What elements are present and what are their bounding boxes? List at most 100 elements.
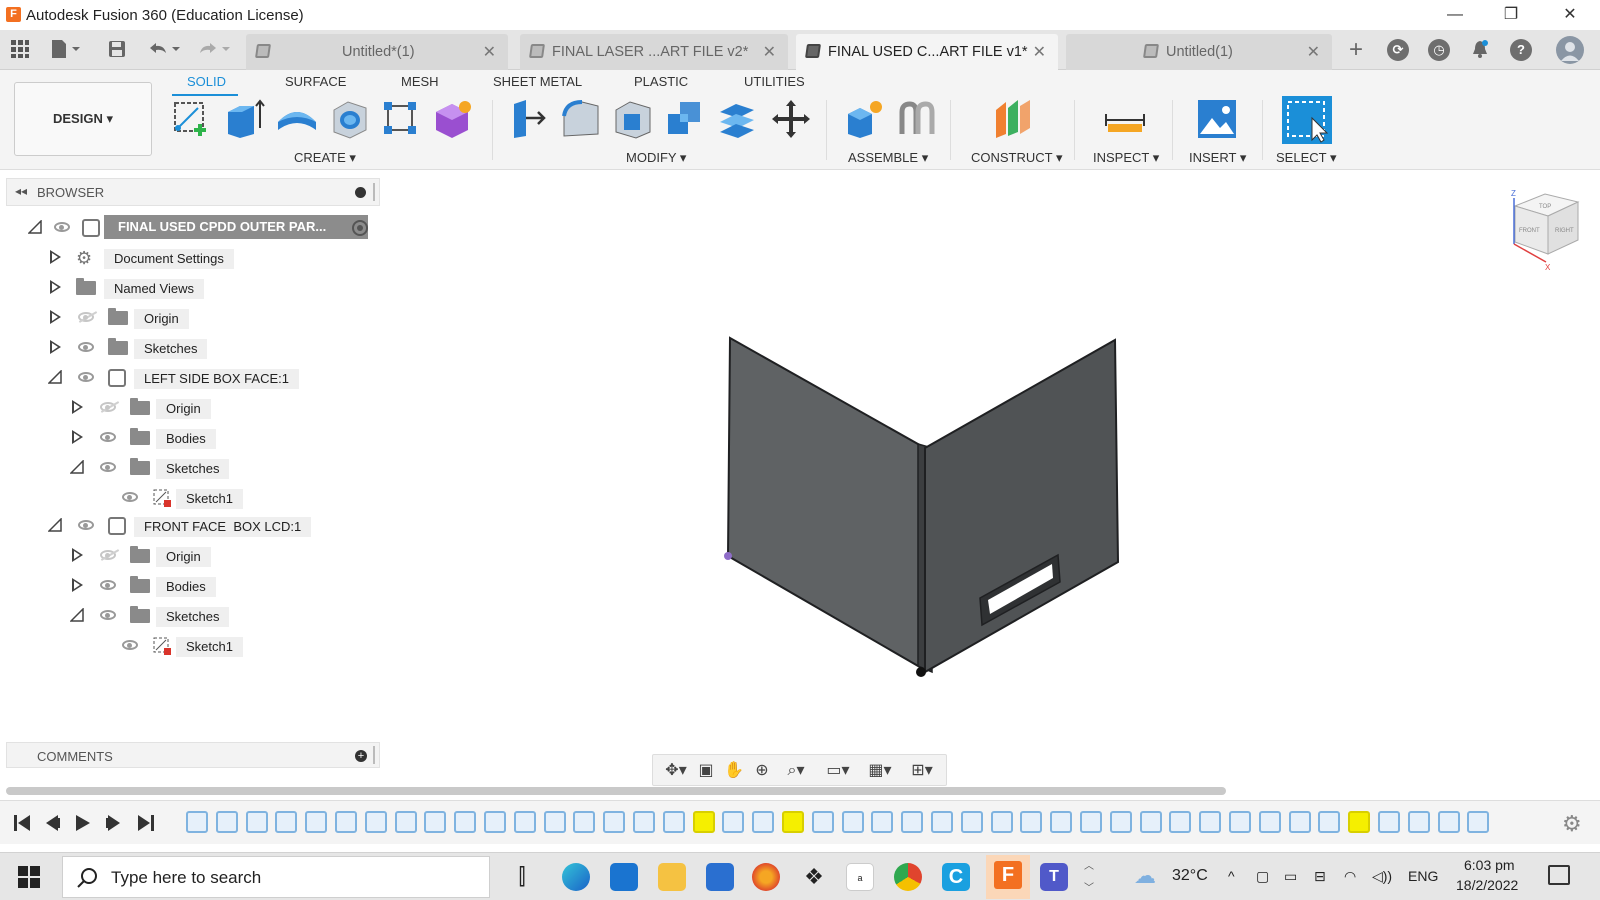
timeline-feature-item[interactable] bbox=[1437, 811, 1460, 833]
timeline-feature-item[interactable] bbox=[782, 811, 804, 833]
teams-icon[interactable]: T bbox=[1040, 863, 1068, 891]
meet-now-icon[interactable]: ▢ bbox=[1256, 868, 1269, 885]
tree-item-named-views[interactable]: Named Views bbox=[48, 274, 268, 300]
revolve-tool-icon[interactable] bbox=[276, 98, 316, 138]
timeline-feature-item[interactable] bbox=[1258, 811, 1281, 833]
create-sketch-tool-icon[interactable] bbox=[170, 98, 210, 138]
timeline-feature-item[interactable] bbox=[1139, 811, 1162, 833]
panel-resize-handle[interactable] bbox=[373, 746, 375, 764]
tree-item-sketches[interactable]: Sketches bbox=[70, 454, 270, 480]
volume-icon[interactable]: ◁)) bbox=[1372, 868, 1392, 885]
timeline-feature-item[interactable] bbox=[1378, 811, 1400, 833]
timeline-feature-item[interactable] bbox=[960, 811, 983, 833]
notifications-bell-icon[interactable] bbox=[1469, 39, 1491, 61]
timeline-feature-item[interactable] bbox=[1348, 811, 1371, 833]
fusion360-taskbar-active[interactable]: F bbox=[986, 855, 1030, 899]
tree-item-left-side-box-face[interactable]: LEFT SIDE BOX FACE:1 bbox=[48, 364, 308, 390]
fillet-tool-icon[interactable] bbox=[560, 98, 600, 138]
timeline-feature-item[interactable] bbox=[811, 811, 834, 833]
shell-tool-icon[interactable] bbox=[612, 98, 652, 139]
press-pull-tool-icon[interactable] bbox=[508, 98, 548, 138]
expanded-triangle-icon[interactable] bbox=[48, 370, 62, 384]
display-icon[interactable]: ⊟ bbox=[1314, 868, 1326, 885]
activate-radio-icon[interactable] bbox=[352, 220, 368, 236]
timeline-play-icon[interactable] bbox=[72, 813, 92, 833]
scroll-up-chevron-icon[interactable]: ︿ bbox=[1084, 857, 1094, 872]
tree-item-front-face-box-lcd[interactable]: FRONT FACE BOX LCD:1 bbox=[48, 512, 318, 538]
modify-menu[interactable]: MODIFY ▾ bbox=[626, 150, 686, 166]
orbit-icon[interactable]: ✥▾ bbox=[659, 761, 693, 781]
add-comment-icon[interactable]: + bbox=[355, 750, 367, 762]
extensions-icon[interactable]: ⟳ bbox=[1387, 39, 1409, 61]
timeline-feature-item[interactable] bbox=[1288, 811, 1311, 833]
timeline-prev-icon[interactable] bbox=[42, 813, 62, 833]
insert-image-tool-icon[interactable] bbox=[1196, 98, 1236, 138]
pan-hand-icon[interactable]: ✋ bbox=[723, 761, 745, 781]
expanded-triangle-icon[interactable] bbox=[48, 518, 62, 532]
collapsed-triangle-icon[interactable] bbox=[50, 310, 61, 324]
timeline-feature-item[interactable] bbox=[752, 811, 775, 833]
create-form-tool-icon[interactable] bbox=[432, 98, 472, 138]
inspect-menu[interactable]: INSPECT ▾ bbox=[1093, 150, 1159, 166]
dropbox-icon[interactable]: ❖ bbox=[800, 863, 828, 891]
timeline-feature-item[interactable] bbox=[931, 811, 953, 833]
timeline-feature-item[interactable] bbox=[245, 811, 268, 833]
undo-icon[interactable] bbox=[146, 39, 182, 61]
ribbon-tab-plastic[interactable]: PLASTIC bbox=[634, 74, 688, 89]
visibility-eye-icon[interactable] bbox=[100, 432, 116, 442]
timeline-feature-item[interactable] bbox=[1050, 811, 1073, 833]
browser-panel-header[interactable]: ◂◂ BROWSER bbox=[6, 178, 380, 206]
hidden-eye-icon[interactable] bbox=[100, 402, 116, 412]
viewcube-navigator[interactable]: TOP FRONT RIGHT Z X bbox=[1500, 188, 1590, 278]
minimize-button[interactable]: — bbox=[1432, 2, 1478, 28]
tree-item-sketch1[interactable]: Sketch1 bbox=[118, 632, 258, 658]
collapsed-triangle-icon[interactable] bbox=[50, 340, 61, 354]
timeline-feature-item[interactable] bbox=[364, 811, 387, 833]
ribbon-tab-utilities[interactable]: UTILITIES bbox=[744, 74, 805, 89]
visibility-eye-icon[interactable] bbox=[78, 372, 94, 382]
hole-tool-icon[interactable] bbox=[328, 98, 368, 139]
tree-item-bodies[interactable]: Bodies bbox=[70, 572, 270, 598]
construct-menu[interactable]: CONSTRUCT ▾ bbox=[971, 150, 1063, 166]
timeline-feature-item[interactable] bbox=[573, 811, 596, 833]
timeline-feature-item[interactable] bbox=[662, 811, 685, 833]
timeline-next-icon[interactable] bbox=[104, 813, 124, 833]
timeline-feature-item[interactable] bbox=[901, 811, 924, 833]
tree-item-sketch1[interactable]: Sketch1 bbox=[118, 484, 258, 510]
doc-tab-untitled-modified[interactable]: Untitled*(1) ✕ bbox=[246, 34, 508, 70]
workspace-design-dropdown[interactable]: DESIGN ▾ bbox=[14, 82, 152, 156]
timeline-feature-item[interactable] bbox=[871, 811, 894, 833]
visibility-eye-icon[interactable] bbox=[100, 462, 116, 472]
maximize-button[interactable]: ❐ bbox=[1488, 2, 1534, 28]
pattern-tool-icon[interactable] bbox=[380, 98, 420, 138]
app-c-icon[interactable]: C bbox=[942, 863, 970, 891]
timeline-feature-item[interactable] bbox=[1169, 811, 1192, 833]
collapsed-triangle-icon[interactable] bbox=[72, 430, 83, 444]
collapsed-triangle-icon[interactable] bbox=[72, 578, 83, 592]
visibility-eye-icon[interactable] bbox=[122, 640, 138, 650]
close-tab-icon[interactable]: ✕ bbox=[1307, 42, 1320, 62]
grid-settings-icon[interactable]: ▦▾ bbox=[863, 761, 897, 781]
user-avatar[interactable] bbox=[1556, 36, 1584, 64]
viewports-icon[interactable]: ⊞▾ bbox=[905, 761, 939, 781]
look-at-icon[interactable]: ▣ bbox=[695, 761, 717, 781]
collapsed-triangle-icon[interactable] bbox=[72, 400, 83, 414]
mail-icon[interactable] bbox=[610, 863, 638, 891]
action-center-notification-icon[interactable] bbox=[1548, 865, 1570, 885]
zoom-icon[interactable]: ⊕ bbox=[751, 761, 773, 781]
tree-item-origin[interactable]: Origin bbox=[48, 304, 268, 330]
create-menu[interactable]: CREATE ▾ bbox=[294, 150, 356, 166]
amazon-icon[interactable]: a bbox=[846, 863, 874, 891]
battery-icon[interactable]: ▭ bbox=[1284, 868, 1297, 885]
timeline-feature-item[interactable] bbox=[1080, 811, 1102, 833]
close-tab-icon[interactable]: ✕ bbox=[763, 42, 776, 62]
visibility-eye-icon[interactable] bbox=[78, 520, 94, 530]
taskbar-search-box[interactable]: Type here to search bbox=[62, 856, 490, 898]
show-hidden-icons-chevron[interactable]: ^ bbox=[1228, 868, 1235, 884]
ribbon-tab-sheet-metal[interactable]: SHEET METAL bbox=[493, 74, 582, 89]
microsoft-store-icon[interactable] bbox=[706, 863, 734, 891]
timeline-feature-item[interactable] bbox=[543, 811, 566, 833]
timeline-feature-item[interactable] bbox=[633, 811, 655, 833]
timeline-feature-item[interactable] bbox=[1109, 811, 1132, 833]
timeline-settings-gear-icon[interactable]: ⚙ bbox=[1562, 811, 1582, 837]
